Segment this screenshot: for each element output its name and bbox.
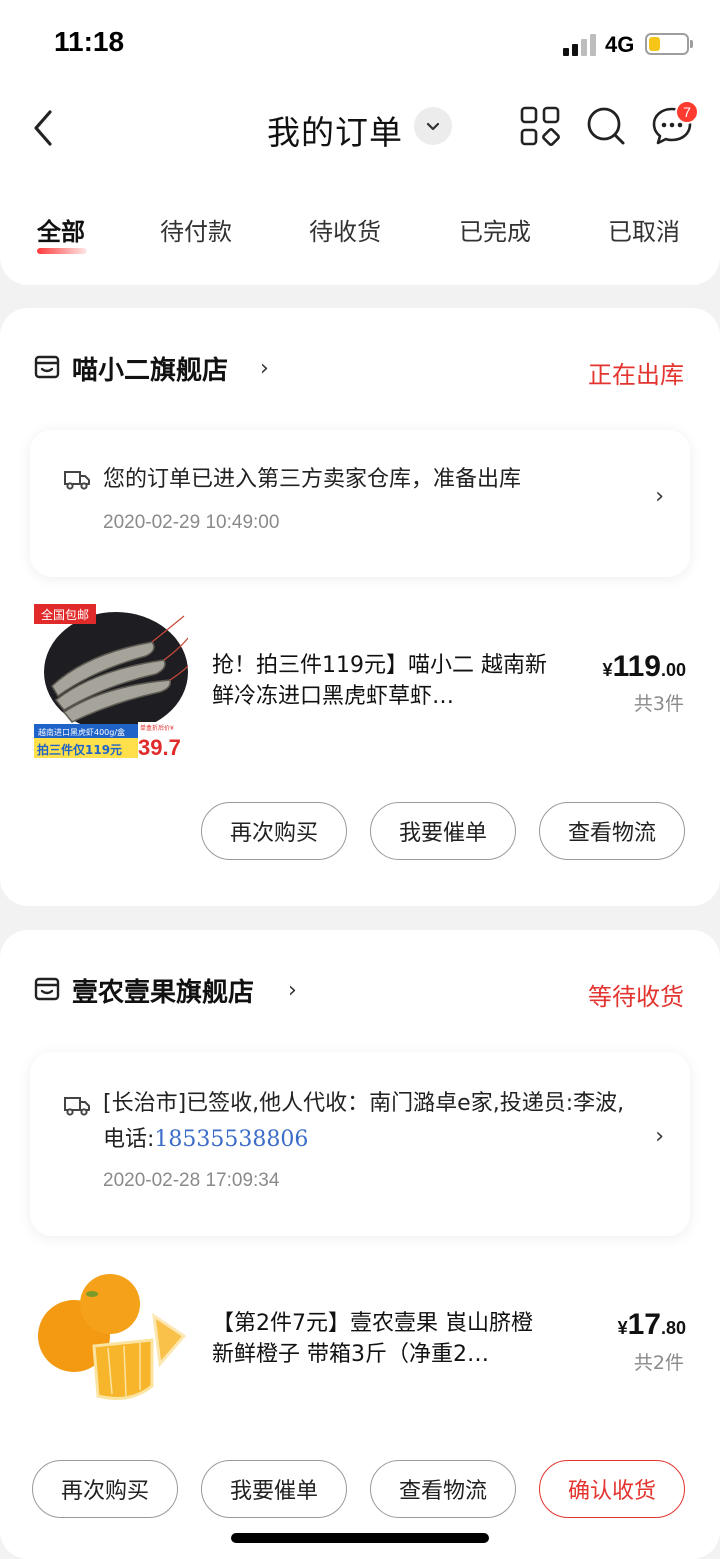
home-indicator: [231, 1533, 489, 1543]
thumb-price: 39.7: [138, 735, 181, 758]
category-button[interactable]: [518, 104, 562, 148]
search-icon: [587, 107, 625, 145]
order-status: 等待收货: [588, 983, 684, 1011]
chevron-right-icon: ›: [260, 356, 269, 381]
product-thumbnail[interactable]: 全国包邮 越南进口黑虎虾400g/盒 拍三件仅119元 单盒折后价¥ 39.7: [34, 604, 188, 758]
product-quantity: 共2件: [633, 1352, 684, 1374]
status-time: 11:18: [54, 26, 125, 57]
tab-completed[interactable]: 已完成: [459, 212, 531, 247]
confirm-receipt-button[interactable]: 确认收货: [539, 1460, 685, 1518]
order-card: 喵小二旗舰店 › 正在出库 您的订单已进入第三方卖家仓库，准备出库 2020-0…: [0, 308, 720, 906]
view-logistics-button[interactable]: 查看物流: [370, 1460, 516, 1518]
chevron-right-icon: ›: [655, 1124, 664, 1149]
chevron-right-icon: ›: [655, 484, 664, 509]
grid-icon: [520, 106, 560, 146]
store-name: 壹农壹果旗舰店: [72, 978, 255, 1008]
truck-icon: [64, 471, 90, 490]
thumb-promo: 拍三件仅119元: [37, 742, 122, 757]
store-link[interactable]: 壹农壹果旗舰店 ›: [34, 972, 354, 1012]
buy-again-button[interactable]: 再次购买: [32, 1460, 178, 1518]
tab-pending-receipt[interactable]: 待收货: [309, 212, 381, 247]
urge-order-button[interactable]: 我要催单: [201, 1460, 347, 1518]
thumb-unit-label: 单盒折后价¥: [140, 724, 174, 732]
signal-icon: [563, 34, 597, 56]
product-quantity: 共3件: [633, 693, 684, 715]
thumb-tag: 全国包邮: [41, 607, 89, 622]
thumb-caption: 越南进口黑虎虾400g/盒: [38, 727, 125, 737]
logistics-card[interactable]: 您的订单已进入第三方卖家仓库，准备出库 2020-02-29 10:49:00 …: [30, 430, 690, 577]
title-dropdown-button[interactable]: [414, 107, 452, 145]
truck-icon: [64, 1097, 90, 1116]
store-name: 喵小二旗舰店: [72, 356, 229, 386]
network-type: 4G: [605, 32, 635, 57]
order-card: 壹农壹果旗舰店 › 等待收货 [长治市]已签收,他人代收：南门潞卓e家,投递员:…: [0, 930, 720, 1559]
logistics-time: 2020-02-28 17:09:34: [103, 1170, 280, 1191]
store-icon: [34, 355, 60, 379]
urge-order-button[interactable]: 我要催单: [370, 802, 516, 860]
courier-phone-link[interactable]: 18535538806: [154, 1127, 308, 1152]
store-icon: [34, 977, 60, 1001]
order-tabs: 全部 待付款 待收货 已完成 已取消: [0, 200, 720, 260]
nav-bar: 我的订单 7: [0, 90, 720, 170]
logistics-text: [长治市]已签收,他人代收：南门潞卓e家,投递员:李波,电话:185355388…: [103, 1091, 625, 1152]
product-thumbnail[interactable]: [34, 1270, 188, 1424]
product-price: ¥119.00: [602, 650, 686, 683]
product-title[interactable]: 抢！拍三件119元】喵小二 越南新鲜冷冻进口黑虎虾草虾…: [212, 650, 552, 712]
active-tab-indicator: [37, 248, 87, 254]
status-bar: 11:18 4G: [0, 0, 720, 90]
tab-all[interactable]: 全部: [37, 212, 85, 247]
view-logistics-button[interactable]: 查看物流: [539, 802, 685, 860]
product-price: ¥17.80: [617, 1308, 686, 1341]
back-arrow-icon: [34, 110, 52, 146]
battery-icon: [645, 33, 693, 55]
logistics-card[interactable]: [长治市]已签收,他人代收：南门潞卓e家,投递员:李波,电话:185355388…: [30, 1052, 690, 1236]
chevron-right-icon: ›: [288, 978, 297, 1003]
header-panel: 11:18 4G 我的订单 7 全部 待付款 待收货 已完成 已取消: [0, 0, 720, 285]
message-badge: 7: [675, 100, 699, 124]
buy-again-button[interactable]: 再次购买: [201, 802, 347, 860]
logistics-time: 2020-02-29 10:49:00: [103, 512, 280, 533]
search-button[interactable]: [584, 104, 628, 148]
tab-cancelled[interactable]: 已取消: [608, 212, 680, 247]
shrimp-image: 全国包邮 越南进口黑虎虾400g/盒 拍三件仅119元 单盒折后价¥ 39.7: [34, 604, 188, 758]
order-status: 正在出库: [588, 361, 684, 389]
back-button[interactable]: [26, 104, 66, 152]
tab-pending-payment[interactable]: 待付款: [160, 212, 232, 247]
store-link[interactable]: 喵小二旗舰店 ›: [34, 350, 334, 390]
orange-image: [34, 1270, 188, 1424]
page-title: 我的订单: [267, 113, 403, 152]
logistics-text: 您的订单已进入第三方卖家仓库，准备出库: [103, 467, 522, 492]
product-title[interactable]: 【第2件7元】壹农壹果 崀山脐橙 新鲜橙子 带箱3斤（净重2…: [212, 1308, 552, 1370]
chevron-down-icon: [426, 122, 440, 131]
